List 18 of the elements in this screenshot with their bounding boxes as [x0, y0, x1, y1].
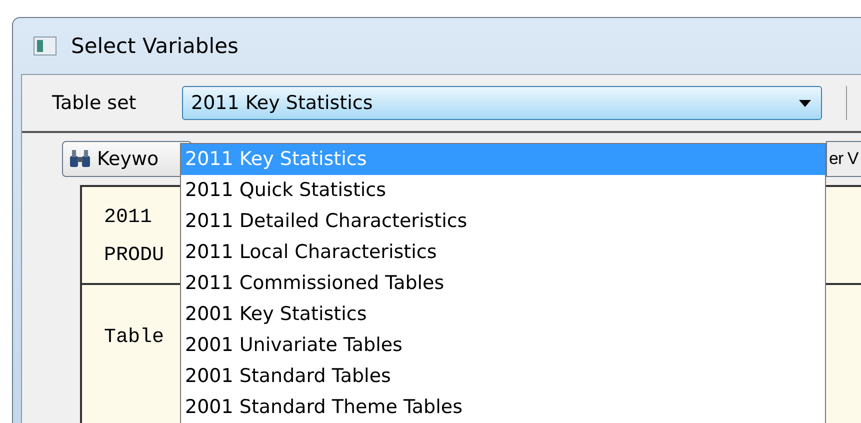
filter-button[interactable]: er V [826, 141, 861, 177]
dropdown-option[interactable]: 2011 Local Characteristics [181, 237, 825, 268]
panel-text: PRODU [104, 243, 164, 269]
dropdown-option[interactable]: 2011 Quick Statistics [181, 175, 825, 206]
dropdown-option[interactable]: 2001 Key Statistics [181, 299, 825, 330]
dropdown-option[interactable]: 2001 Univariate Tables [181, 330, 825, 361]
dropdown-option[interactable]: 2001 Standard Tables [181, 361, 825, 392]
window-title: Select Variables [71, 34, 238, 58]
dropdown-option[interactable]: 2001 Standard Theme Tables [181, 392, 825, 423]
table-set-dropdown[interactable]: 2011 Key Statistics [182, 86, 822, 120]
panel-text: Table [104, 325, 164, 351]
caret-icon [799, 100, 811, 106]
panel-text: 2011 [104, 205, 152, 231]
binoculars-icon [69, 149, 91, 169]
table-set-label: Table set [52, 92, 138, 114]
dropdown-option[interactable]: 2011 Commissioned Tables [181, 268, 825, 299]
window-icon [33, 36, 57, 56]
dropdown-option[interactable]: 2011 Detailed Characteristics [181, 206, 825, 237]
